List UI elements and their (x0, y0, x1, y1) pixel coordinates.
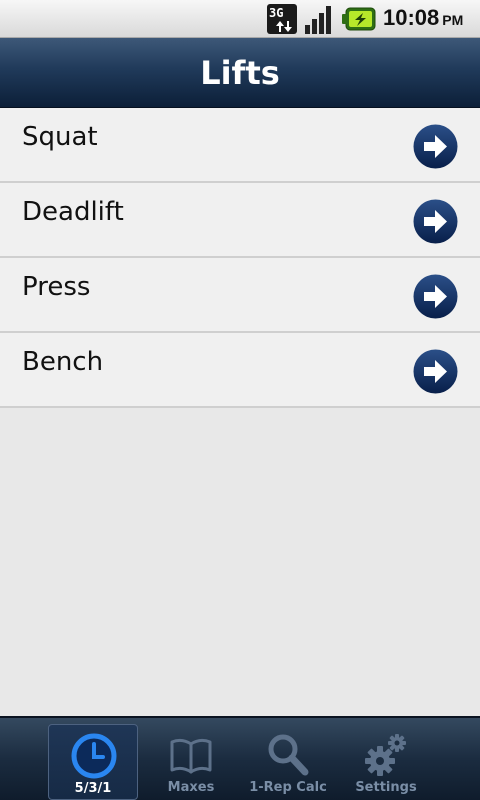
battery-charging-icon (342, 7, 376, 31)
status-clock: 10:08 PM (383, 5, 463, 31)
title-bar: Lifts (0, 38, 480, 108)
tab-maxes[interactable]: Maxes (146, 724, 236, 800)
list-item-bench[interactable]: Bench (0, 333, 480, 408)
tab-label: 5/3/1 (74, 781, 112, 796)
list-item-deadlift[interactable]: Deadlift (0, 183, 480, 258)
tab-settings[interactable]: Settings (341, 724, 431, 800)
gears-icon (365, 734, 406, 776)
arrow-right-icon[interactable] (413, 199, 458, 244)
page-title: Lifts (200, 53, 280, 92)
tab-531[interactable]: 5/3/1 (48, 724, 138, 800)
arrow-right-icon[interactable] (413, 274, 458, 319)
list-item-press[interactable]: Press (0, 258, 480, 333)
list-item-label: Bench (22, 347, 104, 377)
arrow-right-icon[interactable] (413, 349, 458, 394)
svg-text:3G: 3G (269, 6, 283, 20)
list-item-label: Squat (22, 122, 98, 152)
list-item-label: Deadlift (22, 197, 124, 227)
clock-icon (71, 733, 117, 779)
clock-time: 10:08 (383, 5, 440, 30)
tab-label: Maxes (167, 780, 215, 795)
list-item-squat[interactable]: Squat (0, 108, 480, 183)
tab-label: Settings (355, 780, 417, 795)
tab-label: 1-Rep Calc (249, 780, 327, 795)
magnifier-icon (268, 734, 309, 776)
lift-list: Squat Deadlift Press Bench (0, 108, 480, 408)
network-3g-icon: 3G (267, 4, 297, 34)
tab-bar: 5/3/1 Maxes 1-Rep Calc Settings (0, 716, 480, 800)
book-icon (170, 738, 212, 774)
arrow-right-icon[interactable] (413, 124, 458, 169)
clock-ampm: PM (442, 12, 464, 28)
signal-icon (305, 6, 331, 34)
tab-1-rep-calc[interactable]: 1-Rep Calc (243, 724, 333, 800)
status-bar: 3G 10:08 PM (0, 0, 480, 38)
list-item-label: Press (22, 272, 91, 302)
